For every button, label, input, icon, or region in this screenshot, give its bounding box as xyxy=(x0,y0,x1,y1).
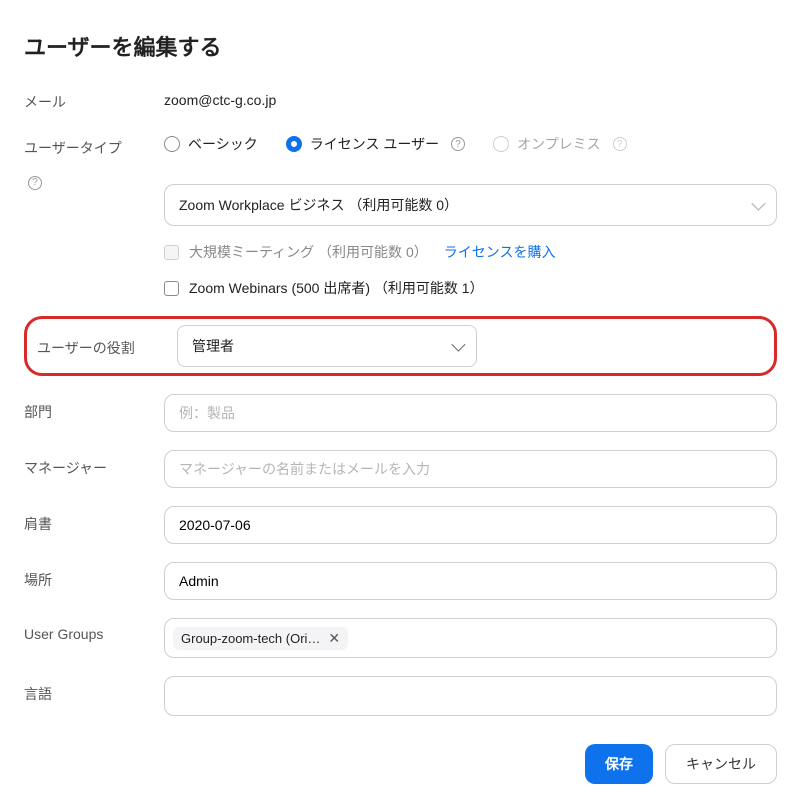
large-meeting-row: 大規模ミーティング （利用可能数 0） ライセンスを購入 xyxy=(164,242,777,262)
user-groups-row: User Groups Group-zoom-tech (Ori… ✕ xyxy=(24,618,777,658)
manager-label: マネージャー xyxy=(24,450,164,478)
help-icon[interactable]: ? xyxy=(451,137,465,151)
save-button[interactable]: 保存 xyxy=(585,744,653,784)
help-icon: ? xyxy=(613,137,627,151)
location-label: 場所 xyxy=(24,562,164,590)
purchase-license-link[interactable]: ライセンスを購入 xyxy=(444,242,556,262)
manager-input[interactable] xyxy=(164,450,777,488)
department-input[interactable] xyxy=(164,394,777,432)
webinars-label: Zoom Webinars (500 出席者) （利用可能数 1） xyxy=(189,278,484,298)
language-select[interactable] xyxy=(164,676,777,716)
page-title: ユーザーを編集する xyxy=(24,30,777,62)
radio-licensed[interactable]: ライセンス ユーザー ? xyxy=(286,134,465,154)
email-value: zoom@ctc-g.co.jp xyxy=(164,84,777,108)
email-label: メール xyxy=(24,84,164,112)
job-title-label: 肩書 xyxy=(24,506,164,534)
radio-onprem: オンプレミス ? xyxy=(493,134,627,154)
user-role-highlight: ユーザーの役割 管理者 xyxy=(24,316,777,376)
chevron-down-icon xyxy=(451,338,465,352)
close-icon[interactable]: ✕ xyxy=(328,631,340,645)
large-meeting-label: 大規模ミーティング （利用可能数 0） xyxy=(189,242,428,262)
group-chip: Group-zoom-tech (Ori… ✕ xyxy=(173,627,348,650)
footer: 保存 キャンセル xyxy=(24,744,777,784)
language-row: 言語 xyxy=(24,676,777,716)
user-type-row: ユーザータイプ ? ベーシック ライセンス ユーザー ? オンプレミス ? Zo… xyxy=(24,130,777,298)
cancel-button[interactable]: キャンセル xyxy=(665,744,777,784)
user-groups-label: User Groups xyxy=(24,618,164,642)
large-meeting-checkbox xyxy=(164,245,179,260)
radio-licensed-label: ライセンス ユーザー xyxy=(310,134,439,154)
radio-icon xyxy=(164,136,180,152)
group-chip-label: Group-zoom-tech (Ori… xyxy=(181,631,320,646)
license-plan-value: Zoom Workplace ビジネス （利用可能数 0） xyxy=(179,195,458,215)
radio-onprem-label: オンプレミス xyxy=(517,134,601,154)
radio-icon xyxy=(493,136,509,152)
location-input[interactable] xyxy=(164,562,777,600)
location-row: 場所 xyxy=(24,562,777,600)
user-role-value: 管理者 xyxy=(192,336,234,356)
user-role-label: ユーザーの役割 xyxy=(37,334,177,358)
user-type-label-text: ユーザータイプ xyxy=(24,140,122,156)
user-type-radio-group: ベーシック ライセンス ユーザー ? オンプレミス ? xyxy=(164,130,777,154)
department-label: 部門 xyxy=(24,394,164,422)
department-row: 部門 xyxy=(24,394,777,432)
radio-basic-label: ベーシック xyxy=(188,134,258,154)
help-icon[interactable]: ? xyxy=(28,176,42,190)
language-label: 言語 xyxy=(24,676,164,704)
radio-basic[interactable]: ベーシック xyxy=(164,134,258,154)
webinars-row: Zoom Webinars (500 出席者) （利用可能数 1） xyxy=(164,278,777,298)
license-plan-select[interactable]: Zoom Workplace ビジネス （利用可能数 0） xyxy=(164,184,777,226)
email-row: メール zoom@ctc-g.co.jp xyxy=(24,84,777,112)
chevron-down-icon xyxy=(751,197,765,211)
user-type-label: ユーザータイプ ? xyxy=(24,130,164,190)
radio-icon xyxy=(286,136,302,152)
user-groups-input[interactable]: Group-zoom-tech (Ori… ✕ xyxy=(164,618,777,658)
user-role-select[interactable]: 管理者 xyxy=(177,325,477,367)
webinars-checkbox[interactable] xyxy=(164,281,179,296)
job-title-input[interactable] xyxy=(164,506,777,544)
manager-row: マネージャー xyxy=(24,450,777,488)
job-title-row: 肩書 xyxy=(24,506,777,544)
